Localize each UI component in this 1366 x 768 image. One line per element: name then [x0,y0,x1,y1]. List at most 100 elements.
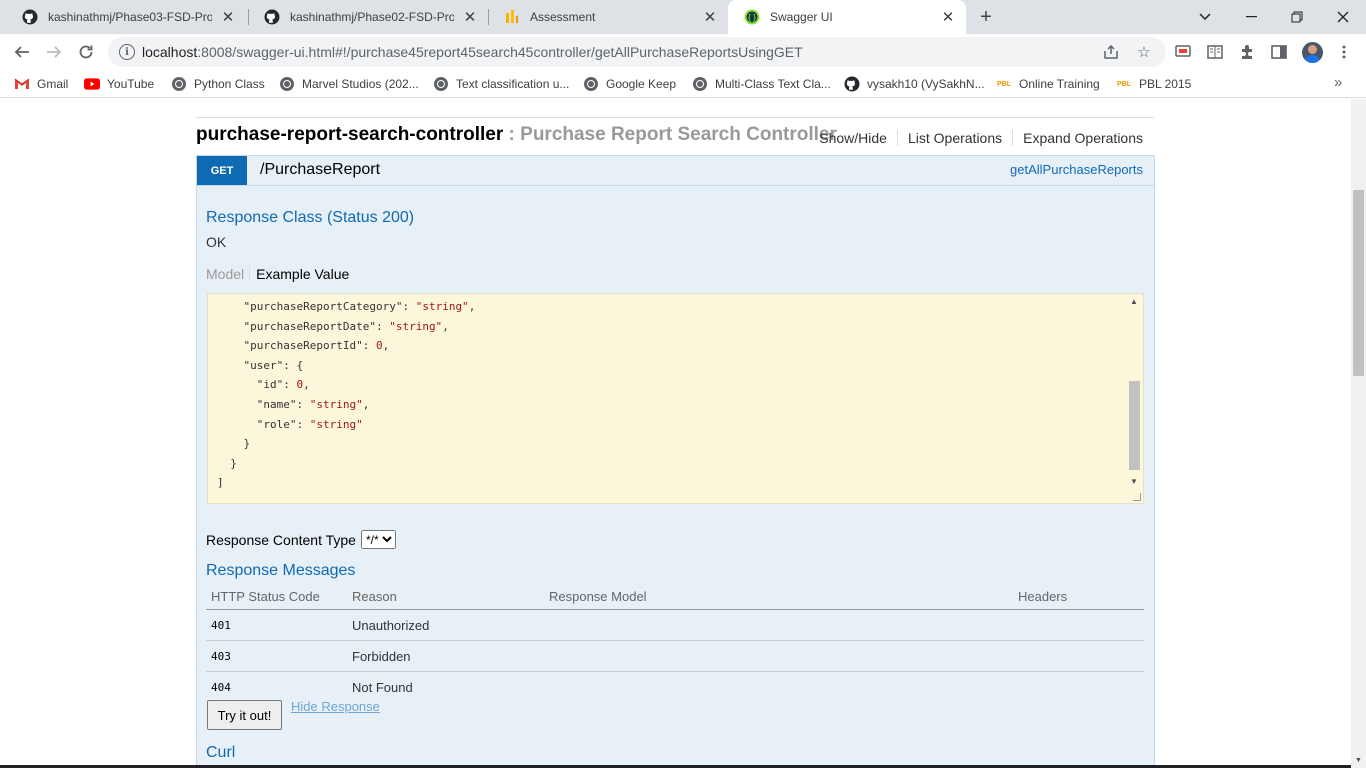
new-tab-plus-icon[interactable]: + [976,6,996,28]
address-bar[interactable]: i localhost:8008/swagger-ui.html#!/purch… [108,37,1166,67]
example-line: ] [217,476,224,489]
profile-avatar[interactable] [1302,42,1323,63]
scroll-up-arrow-icon[interactable]: ▲ [1130,297,1138,306]
model-tab[interactable]: Model [206,266,251,282]
scroll-down-arrow-icon[interactable]: ▼ [1130,477,1138,486]
headers [1013,640,1144,672]
curl-heading: Curl [206,744,236,761]
example-line: "user": { [243,358,304,372]
hide-response-link[interactable]: Hide Response [291,699,380,714]
tab-close-icon[interactable]: ✕ [702,9,718,26]
bookmark-multi-class[interactable]: Multi-Class Text Cla... [692,75,831,93]
example-scrollbar[interactable]: ▲ ▼ [1128,296,1141,486]
minimize-icon[interactable] [1228,0,1274,34]
resource-links: Show/Hide List Operations Expand Operati… [809,130,1143,146]
operation-nickname[interactable]: getAllPurchaseReports [1010,162,1143,177]
json-value: { [296,358,304,372]
resource-name[interactable]: purchase-report-search-controller [196,124,503,145]
json-value: "string" [389,319,443,333]
reload-icon[interactable] [74,40,98,64]
close-window-icon[interactable] [1320,0,1366,34]
globe-icon [171,76,187,92]
bookmark-label: Python Class [194,77,265,91]
resize-grip-icon[interactable] [1133,493,1141,501]
headers [1013,609,1144,641]
page-scrollbar[interactable]: ▼ [1351,99,1366,768]
example-line: "role": "string" [256,417,363,431]
bookmark-gmail[interactable]: Gmail [14,75,68,93]
table-row: 404 Not Found [206,672,1144,703]
model-tabs: Model Example Value [206,266,349,282]
response-class-value: OK [206,234,227,250]
tab-search-chevron-icon[interactable] [1182,0,1228,34]
globe-icon [692,76,708,92]
extensions-puzzle-icon[interactable] [1237,42,1257,62]
tab-title: Swagger UI [770,10,833,24]
cast-extension-icon[interactable] [1173,42,1193,62]
resource-heading[interactable]: purchase-report-search-controller : Purc… [196,124,837,146]
restore-icon[interactable] [1274,0,1320,34]
bookmark-pbl-2015[interactable]: PBL PBL 2015 [1116,75,1191,93]
bookmark-youtube[interactable]: YouTube [84,75,154,93]
content-type-label: Response Content Type [206,531,356,548]
bookmark-vysakh10[interactable]: vysakh10 (VySakhN... [844,75,985,93]
scroll-down-arrow-icon[interactable]: ▼ [1355,757,1362,764]
tab-close-icon[interactable]: ✕ [220,9,236,26]
url-text: localhost:8008/swagger-ui.html#!/purchas… [142,44,803,60]
table-row: 403 Forbidden [206,640,1144,672]
share-icon[interactable] [1101,42,1121,62]
gmail-icon [14,76,30,92]
operation-heading[interactable]: GET /PurchaseReport getAllPurchaseReport… [197,156,1154,185]
forward-arrow-icon[interactable] [42,40,66,64]
try-it-out-button[interactable]: Try it out! [207,700,282,730]
more-vertical-icon[interactable] [1334,42,1354,62]
divider [196,117,1154,118]
response-content-type: Response Content Type */* [206,530,396,549]
operation-get-purchase-report: GET /PurchaseReport getAllPurchaseReport… [196,155,1155,768]
example-value-box[interactable]: "purchaseReportCategory": "string", "pur… [207,293,1144,504]
bookmarks-overflow-icon[interactable]: » [1334,74,1342,91]
content-type-select[interactable]: */* [360,530,396,549]
tab-phase03[interactable]: kashinathmj/Phase03-FSD-Projec ✕ [6,0,246,34]
json-key: "name" [256,397,297,411]
bookmark-star-icon[interactable]: ☆ [1134,42,1154,62]
json-key: "role" [256,417,297,431]
resource-separator: : [503,124,521,145]
bookmark-marvel-studios[interactable]: Marvel Studios (202... [279,75,419,93]
operation-path[interactable]: /PurchaseReport [260,161,380,179]
tab-swagger-ui[interactable]: {} Swagger UI ✕ [728,0,966,34]
example-value-tab[interactable]: Example Value [250,266,349,282]
http-method-badge[interactable]: GET [197,156,247,185]
reader-extension-icon[interactable] [1205,42,1225,62]
status-code: 403 [206,640,347,672]
tab-assessment[interactable]: Assessment ✕ [488,0,728,34]
list-operations-link[interactable]: List Operations [898,130,1014,146]
tab-title: Assessment [530,10,596,24]
side-panel-icon[interactable] [1269,42,1289,62]
column-header: Reason [347,586,544,610]
example-line: "purchaseReportId": 0, [243,339,390,353]
expand-operations-link[interactable]: Expand Operations [1013,130,1143,146]
site-info-icon[interactable]: i [119,44,135,60]
bookmark-text-classification[interactable]: Text classification u... [433,75,569,93]
page-scroll-thumb[interactable] [1353,190,1364,376]
example-line: } [217,457,237,470]
scroll-thumb[interactable] [1129,381,1140,470]
response-class-heading: Response Class (Status 200) [206,209,415,226]
pbl-icon: PBL [997,80,1011,88]
response-model [544,640,1013,672]
tab-close-icon[interactable]: ✕ [940,9,956,26]
reason: Forbidden [347,640,544,672]
tab-phase02[interactable]: kashinathmj/Phase02-FSD-Projec ✕ [248,0,488,34]
bookmark-python-class[interactable]: Python Class [171,75,265,93]
bookmark-online-training[interactable]: PBL Online Training [996,75,1100,93]
bookmark-label: YouTube [107,77,155,91]
response-model [544,609,1013,641]
browser-toolbar: i localhost:8008/swagger-ui.html#!/purch… [0,34,1366,70]
bookmark-google-keep[interactable]: Google Keep [583,75,676,93]
back-arrow-icon[interactable] [10,40,34,64]
show-hide-link[interactable]: Show/Hide [809,130,898,146]
reason: Not Found [352,679,413,695]
tab-close-icon[interactable]: ✕ [462,9,478,26]
example-line: "id": 0, [256,378,310,392]
